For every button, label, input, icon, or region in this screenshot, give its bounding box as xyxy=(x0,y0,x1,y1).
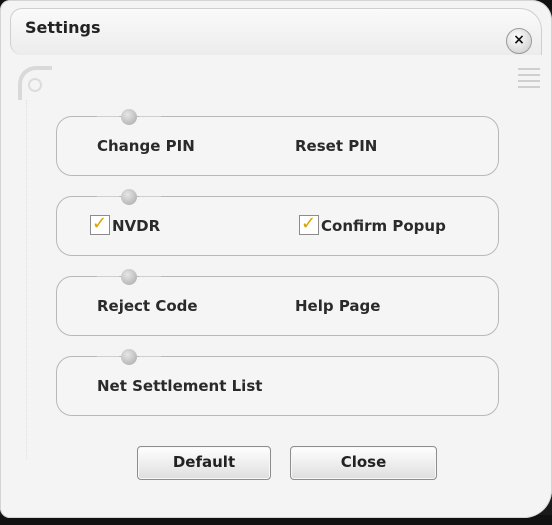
group-bullet-icon xyxy=(97,269,161,285)
info-links-group: Reject Code Help Page xyxy=(56,269,499,336)
preferences-group: NVDR Confirm Popup xyxy=(56,189,499,256)
settlement-group: Net Settlement List xyxy=(56,349,499,416)
reject-code-link[interactable]: Reject Code xyxy=(97,297,198,315)
group-bullet-icon xyxy=(97,189,161,205)
nvdr-checkbox[interactable] xyxy=(90,213,110,235)
default-button[interactable]: Default xyxy=(137,446,271,480)
side-rail-decoration xyxy=(26,100,31,460)
group-bullet-icon xyxy=(97,349,161,365)
help-page-link[interactable]: Help Page xyxy=(295,297,380,315)
net-settlement-list-link[interactable]: Net Settlement List xyxy=(97,377,262,395)
pin-options-group: Change PIN Reset PIN xyxy=(56,109,499,176)
dialog-title: Settings xyxy=(25,18,101,37)
confirm-popup-label[interactable]: Confirm Popup xyxy=(321,217,446,235)
group-bullet-icon xyxy=(97,109,161,125)
confirm-popup-checkbox[interactable] xyxy=(299,213,319,235)
corner-ornament-icon xyxy=(18,66,52,100)
close-icon[interactable]: × xyxy=(506,28,532,54)
settings-dialog: Settings × Change PIN Reset PIN NVDR Con… xyxy=(0,0,552,518)
change-pin-link[interactable]: Change PIN xyxy=(97,137,195,155)
close-button[interactable]: Close xyxy=(290,446,437,480)
reset-pin-link[interactable]: Reset PIN xyxy=(295,137,377,155)
resize-grip-icon[interactable] xyxy=(518,68,540,88)
nvdr-label[interactable]: NVDR xyxy=(112,217,160,235)
